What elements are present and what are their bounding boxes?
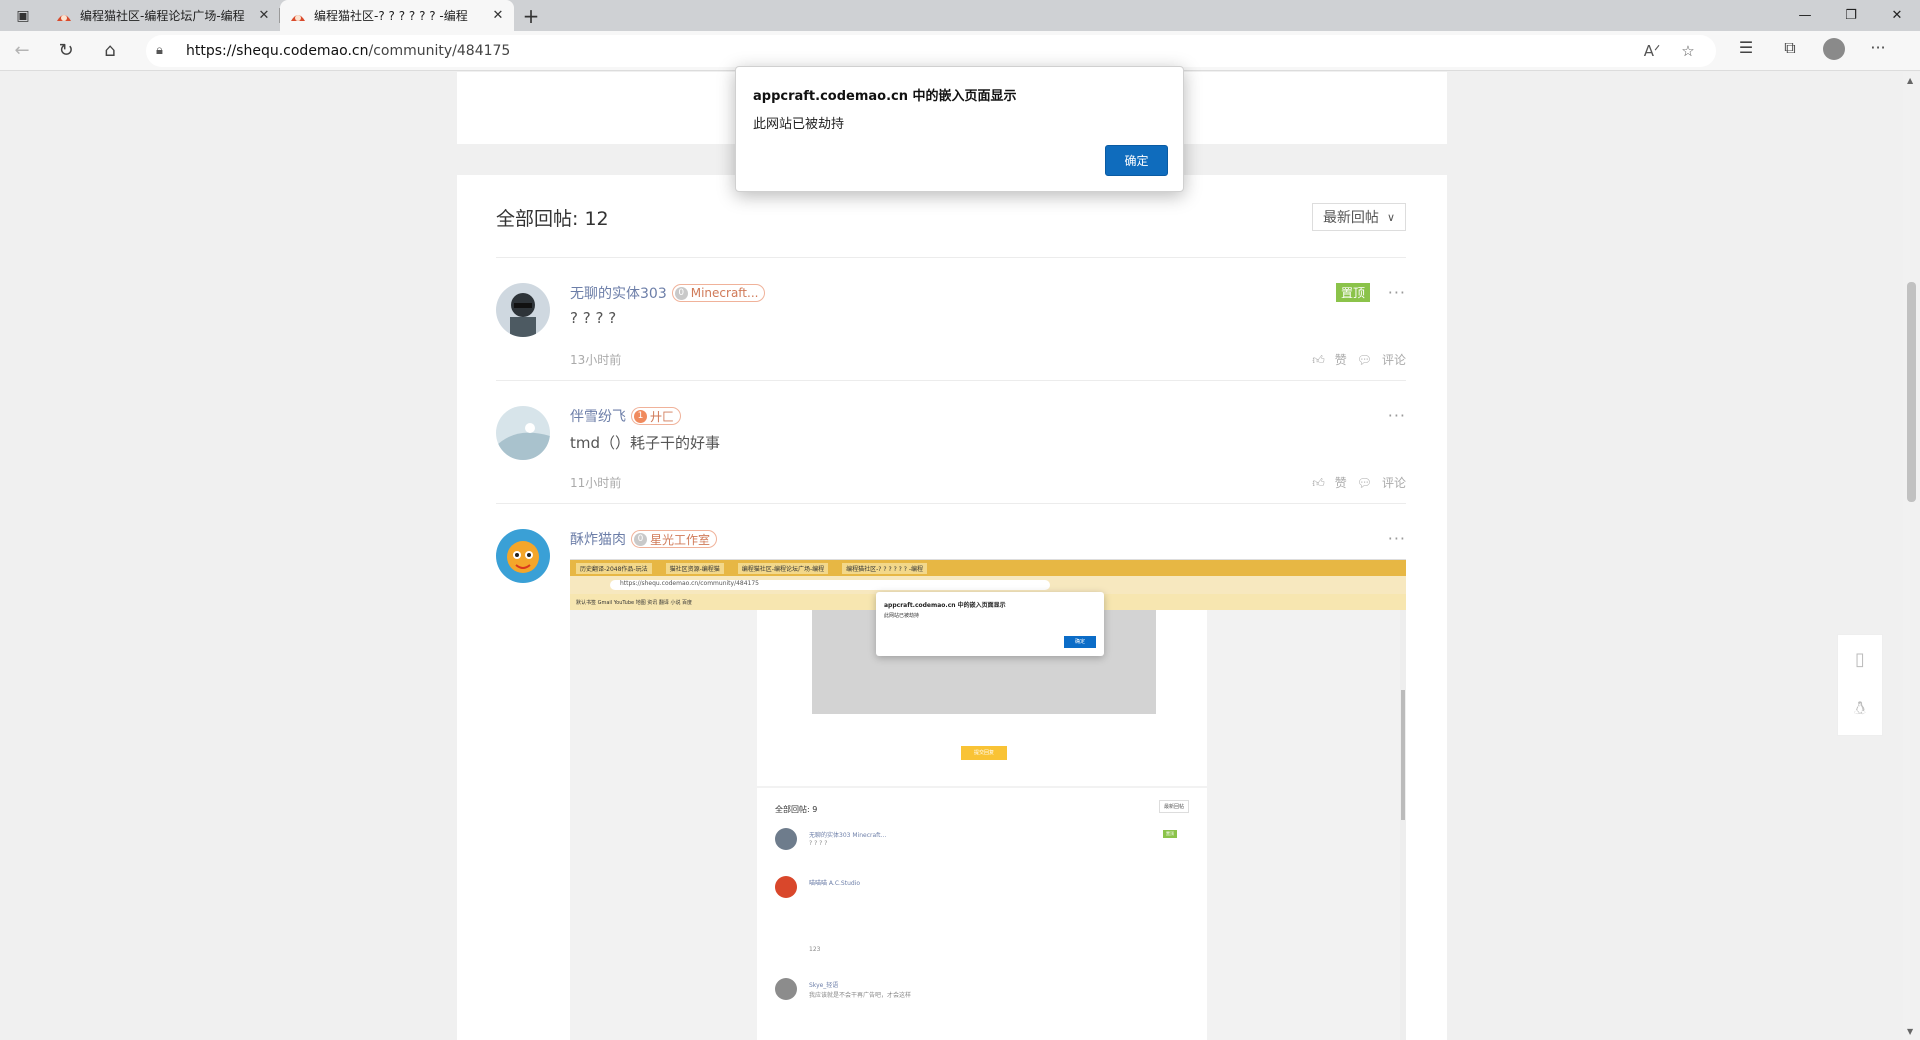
qq-icon[interactable]: 🐧︎ xyxy=(1854,698,1865,721)
refresh-icon[interactable]: ↻ xyxy=(44,35,88,67)
browser-tab-2[interactable]: 编程猫社区-? ? ? ? ? ? -编程 ✕ xyxy=(280,0,514,31)
scroll-up-icon[interactable]: ▲ xyxy=(1907,76,1913,85)
close-window-icon[interactable]: ✕ xyxy=(1874,0,1920,31)
sort-dropdown[interactable]: 最新回帖 ∨ xyxy=(1311,203,1406,231)
back-icon[interactable]: ← xyxy=(0,35,44,67)
replies-card: 全部回帖: 12 最新回帖 ∨ 无聊的实体303 0 Minecraft... 置… xyxy=(457,175,1447,1040)
tab-title: 编程猫社区-编程论坛广场-编程 xyxy=(80,9,245,23)
new-tab-button[interactable]: + xyxy=(514,0,548,31)
tablet-icon[interactable]: ▯ xyxy=(1855,649,1865,670)
lock-icon[interactable]: 🔒︎ xyxy=(156,43,176,58)
chevron-down-icon: ∨ xyxy=(1386,210,1395,224)
nested-alert-dialog: appcraft.codemao.cn 中的嵌入页面显示 此网站已被劫持 确定 xyxy=(876,592,1104,656)
window-controls: — ❐ ✕ xyxy=(1782,0,1920,31)
divider xyxy=(496,257,1406,258)
avatar[interactable] xyxy=(496,283,550,337)
more-icon[interactable]: ··· xyxy=(1388,529,1406,548)
more-menu-icon[interactable]: ··· xyxy=(1856,38,1900,64)
alert-dialog: appcraft.codemao.cn 中的嵌入页面显示 此网站已被劫持 确定 xyxy=(735,66,1184,192)
avatar[interactable] xyxy=(496,529,550,583)
tab-close-icon[interactable]: ✕ xyxy=(256,8,272,23)
user-badge[interactable]: 0 Minecraft... xyxy=(671,284,766,302)
username[interactable]: 酥炸猫肉 xyxy=(570,529,626,549)
codemao-favicon-icon xyxy=(57,14,71,21)
more-icon[interactable]: ··· xyxy=(1388,283,1406,302)
browser-tab-bar: ▣ 编程猫社区-编程论坛广场-编程 ✕ 编程猫社区-? ? ? ? ? ? -编… xyxy=(0,0,1920,31)
nested-replies-card: 全部回帖: 9 最新回帖 无聊的实体303 Minecraft... ? ? ?… xyxy=(757,788,1207,1040)
restore-icon[interactable]: ❐ xyxy=(1828,0,1874,31)
like-button[interactable]: 👍︎ 赞 xyxy=(1312,351,1347,368)
browser-tab-1[interactable]: 编程猫社区-编程论坛广场-编程 ✕ xyxy=(46,0,280,31)
reply-content: tmd（）耗子干的好事 xyxy=(570,434,721,452)
add-favorite-icon[interactable]: ☆ xyxy=(1670,42,1706,60)
read-aloud-icon[interactable]: Aᐟ xyxy=(1634,42,1670,60)
reply-time: 11小时前 xyxy=(570,476,622,490)
page-viewport: 全部回帖: 12 最新回帖 ∨ 无聊的实体303 0 Minecraft... 置… xyxy=(0,72,1903,1040)
nested-scrollbar xyxy=(1400,610,1406,1040)
url-text[interactable]: https://shequ.codemao.cn/community/48417… xyxy=(186,43,1634,59)
collections-icon[interactable]: ⧉ xyxy=(1768,38,1812,64)
more-icon[interactable]: ··· xyxy=(1388,406,1406,425)
nested-tabbar: 历史翻译-2048作品-玩法 猫社区资源-编程猫 编程猫社区-编程论坛广场-编程… xyxy=(570,560,1406,576)
reply-content: ? ? ? ? xyxy=(570,309,617,327)
divider xyxy=(496,503,1406,504)
scroll-thumb[interactable] xyxy=(1907,282,1916,502)
favorites-icon[interactable]: ☰ xyxy=(1724,38,1768,64)
user-badge[interactable]: 0 星光工作室 xyxy=(631,530,718,548)
floating-tools: ▯ 🐧︎ xyxy=(1837,634,1883,736)
username[interactable]: 无聊的实体303 xyxy=(570,283,667,303)
codemao-favicon-icon xyxy=(291,14,305,21)
pinned-badge: 置顶 xyxy=(1335,283,1370,302)
page-scrollbar[interactable]: ▲ ▼ xyxy=(1903,72,1920,1040)
divider xyxy=(496,380,1406,381)
address-bar[interactable]: 🔒︎ https://shequ.codemao.cn/community/48… xyxy=(146,34,1716,67)
scroll-down-icon[interactable]: ▼ xyxy=(1907,1027,1913,1036)
tab-actions-icon[interactable]: ▣ xyxy=(0,0,46,31)
ok-button[interactable]: 确定 xyxy=(1105,145,1168,176)
replies-title: 全部回帖: 12 xyxy=(496,207,609,230)
sort-label: 最新回帖 xyxy=(1322,210,1379,226)
profile-icon[interactable] xyxy=(1812,37,1856,64)
nested-yellow-button: 提交回复 xyxy=(961,746,1007,760)
comment-button[interactable]: 💬︎ 评论 xyxy=(1357,351,1406,368)
avatar[interactable] xyxy=(496,406,550,460)
minimize-icon[interactable]: — xyxy=(1782,0,1828,31)
dialog-message: 此网站已被劫持 xyxy=(753,117,845,132)
home-icon[interactable]: ⌂ xyxy=(88,35,132,67)
browser-toolbar: ← ↻ ⌂ 🔒︎ https://shequ.codemao.cn/commun… xyxy=(0,31,1920,71)
dialog-title: appcraft.codemao.cn 中的嵌入页面显示 xyxy=(753,89,1017,104)
tab-close-icon[interactable]: ✕ xyxy=(490,8,506,23)
reply-time: 13小时前 xyxy=(570,353,622,367)
comment-button[interactable]: 💬︎ 评论 xyxy=(1357,474,1406,491)
user-badge[interactable]: 1 廾匚 xyxy=(631,407,682,425)
username[interactable]: 伴雪纷飞 xyxy=(570,406,626,426)
like-button[interactable]: 👍︎ 赞 xyxy=(1312,474,1347,491)
tab-title: 编程猫社区-? ? ? ? ? ? -编程 xyxy=(314,9,468,23)
reply-image[interactable]: 历史翻译-2048作品-玩法 猫社区资源-编程猫 编程猫社区-编程论坛广场-编程… xyxy=(570,559,1406,1040)
